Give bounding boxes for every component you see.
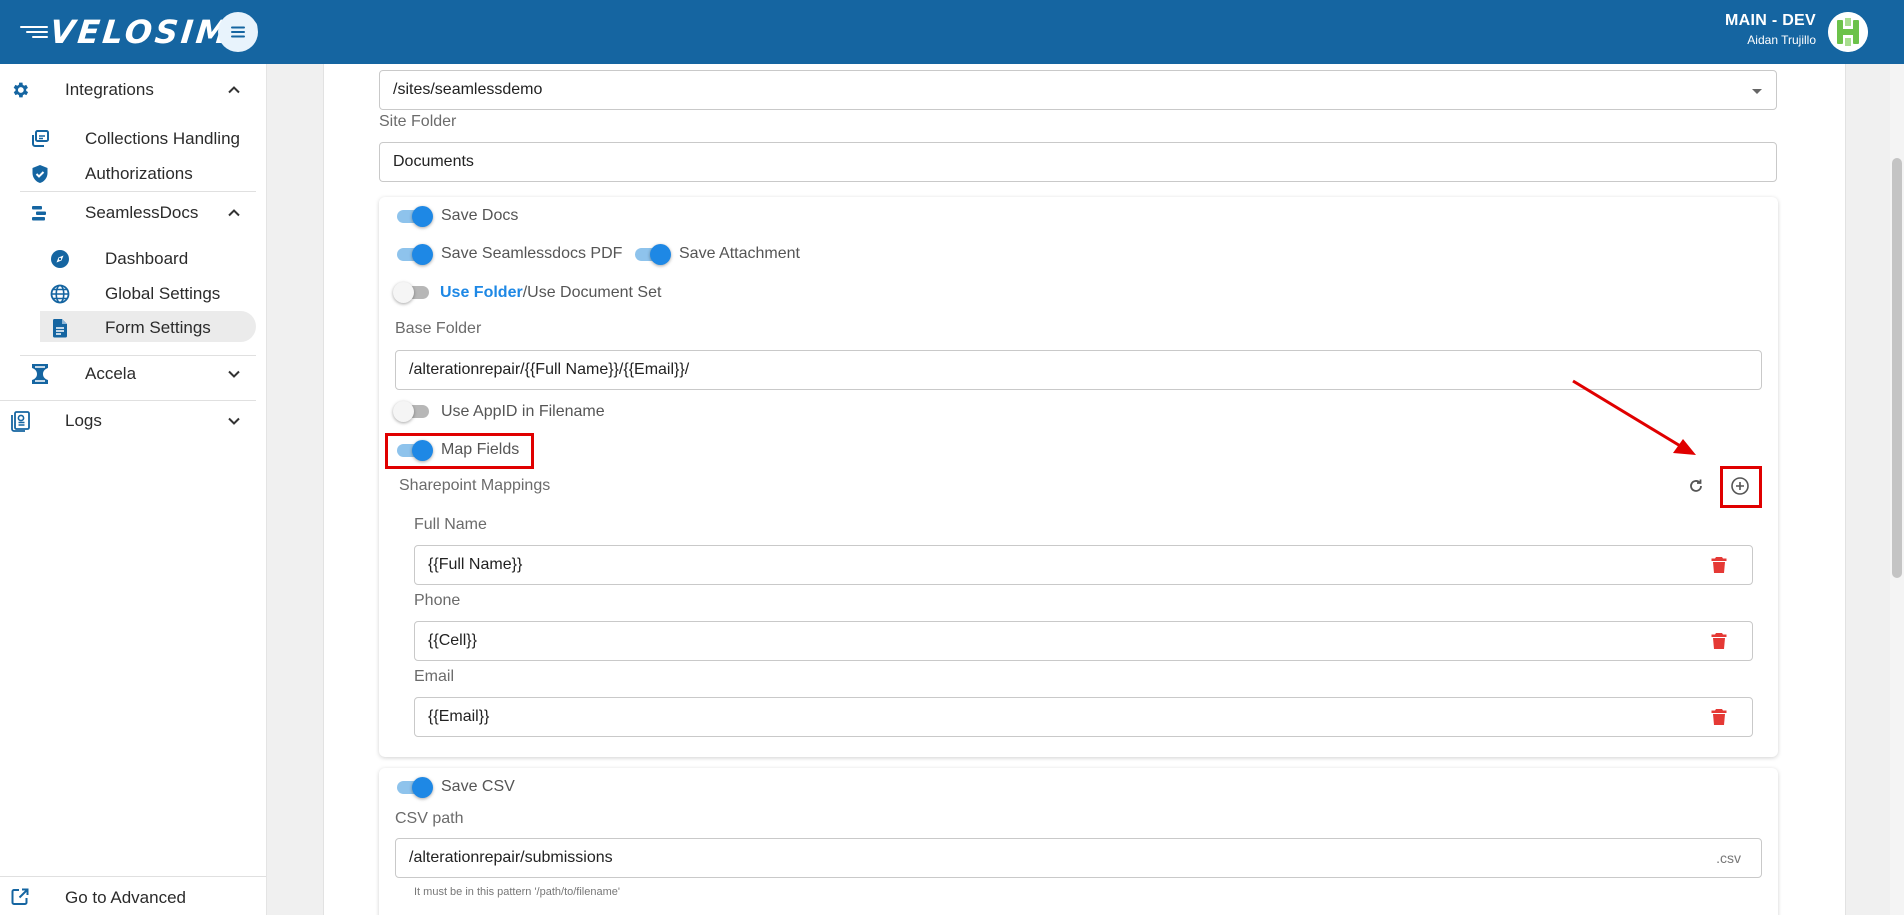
- go-to-advanced-link[interactable]: Go to Advanced: [0, 882, 260, 912]
- document-icon: [50, 318, 70, 338]
- scrollbar-thumb[interactable]: [1892, 158, 1902, 578]
- seamlessdocs-icon: [30, 203, 50, 223]
- mapping-value: {{Full Name}}: [428, 556, 523, 573]
- menu-toggle-button[interactable]: [218, 12, 258, 52]
- sidebar-item-global-settings[interactable]: Global Settings: [40, 280, 260, 308]
- sidebar-item-label: Global Settings: [105, 284, 221, 303]
- sidebar-item-label: Form Settings: [105, 318, 211, 337]
- user-name: Aidan Trujillo: [1747, 33, 1816, 47]
- sidebar-item-integrations[interactable]: Integrations: [0, 75, 267, 105]
- save-csv-label: Save CSV: [441, 778, 515, 795]
- csv-path-value: /alterationrepair/submissions: [409, 849, 613, 866]
- chevron-up-icon: [228, 86, 240, 94]
- sidebar-item-label: Accela: [85, 364, 137, 383]
- site-folder-label: Site Folder: [379, 113, 457, 130]
- site-folder-value: Documents: [393, 153, 474, 170]
- sidebar-item-label: Go to Advanced: [65, 888, 186, 907]
- sidebar-item-accela[interactable]: Accela: [20, 359, 260, 389]
- save-attachment-label: Save Attachment: [679, 245, 800, 262]
- sidebar-item-authorizations[interactable]: Authorizations: [20, 160, 260, 188]
- mapping-label: Phone: [414, 592, 461, 609]
- sidebar-item-seamlessdocs[interactable]: SeamlessDocs: [20, 198, 260, 228]
- mapping-value: {{Cell}}: [428, 632, 477, 649]
- dropdown-arrow-icon: [1752, 89, 1762, 94]
- sidebar-item-label: Authorizations: [85, 164, 193, 183]
- sidebar-item-collections-handling[interactable]: Collections Handling: [20, 125, 260, 153]
- sidebar-item-form-settings[interactable]: Form Settings: [40, 314, 260, 342]
- sidebar-divider: [20, 191, 256, 192]
- sidebar-divider: [0, 876, 266, 877]
- mapping-label: Full Name: [414, 516, 487, 533]
- use-folder-toggle[interactable]: [393, 281, 431, 303]
- hamburger-icon: [231, 26, 245, 38]
- compass-icon: [50, 249, 70, 269]
- logs-icon: [10, 410, 32, 432]
- trash-icon[interactable]: [1711, 708, 1727, 726]
- save-pdf-label: Save Seamlessdocs PDF: [441, 245, 623, 262]
- chevron-down-icon: [228, 370, 240, 378]
- mapping-value: {{Email}}: [428, 708, 490, 725]
- add-mapping-highlight: [1720, 466, 1762, 508]
- base-folder-value: /alterationrepair/{{Full Name}}/{{Email}…: [409, 361, 690, 378]
- mapping-label: Email: [414, 668, 455, 685]
- sidebar-divider: [20, 355, 256, 356]
- top-app-bar: VELOSIMO MAIN - DEV Aidan Trujillo: [0, 0, 1904, 64]
- csv-path-hint: It must be in this pattern '/path/to/fil…: [414, 886, 620, 898]
- site-path-select[interactable]: /sites/seamlessdemo: [379, 70, 1777, 110]
- sidebar-item-label: Collections Handling: [85, 129, 240, 148]
- csv-path-label: CSV path: [395, 810, 464, 827]
- sidebar-item-label: Dashboard: [105, 249, 189, 268]
- site-path-value: /sites/seamlessdemo: [393, 81, 543, 98]
- chevron-up-icon: [228, 209, 240, 217]
- annotation-arrow: [1572, 379, 1696, 455]
- sidebar-divider: [0, 400, 256, 401]
- collections-icon: [30, 129, 50, 149]
- external-link-icon: [10, 887, 30, 907]
- sharepoint-mappings-label: Sharepoint Mappings: [399, 477, 551, 494]
- mapping-value-input[interactable]: {{Email}}: [414, 697, 1753, 737]
- accela-icon: [30, 363, 50, 385]
- mapping-value-input[interactable]: {{Cell}}: [414, 621, 1753, 661]
- csv-path-input[interactable]: /alterationrepair/submissions .csv: [395, 838, 1762, 878]
- base-folder-label: Base Folder: [395, 320, 482, 337]
- folder-mode-label: Use Folder/Use Document Set: [440, 284, 661, 302]
- csv-suffix: .csv: [1716, 850, 1741, 866]
- shield-check-icon: [30, 164, 50, 184]
- save-csv-toggle[interactable]: [395, 776, 433, 798]
- chevron-down-icon: [228, 417, 240, 425]
- save-docs-card: [379, 197, 1778, 757]
- logo-wings-icon: [14, 20, 48, 44]
- user-avatar[interactable]: [1828, 12, 1868, 52]
- sidebar-item-label: Logs: [65, 411, 102, 430]
- mapping-value-input[interactable]: {{Full Name}}: [414, 545, 1753, 585]
- use-folder-label: Use Folder: [440, 284, 523, 301]
- refresh-icon[interactable]: [1687, 477, 1705, 495]
- map-fields-highlight: [385, 433, 534, 469]
- trash-icon[interactable]: [1711, 632, 1727, 650]
- sidebar-item-dashboard[interactable]: Dashboard: [40, 245, 260, 273]
- save-pdf-toggle[interactable]: [395, 243, 433, 265]
- sidebar-item-label: SeamlessDocs: [85, 203, 199, 222]
- save-attachment-toggle[interactable]: [633, 243, 671, 265]
- use-document-set-label: /Use Document Set: [522, 284, 662, 301]
- sidebar-item-logs[interactable]: Logs: [0, 406, 260, 436]
- use-appid-label: Use AppID in Filename: [441, 403, 605, 420]
- use-appid-toggle[interactable]: [393, 400, 431, 422]
- avatar-icon: [1828, 12, 1868, 52]
- environment-title: MAIN - DEV: [1725, 12, 1816, 29]
- sidebar: Integrations Collections Handling Author…: [0, 64, 267, 915]
- sidebar-item-label: Integrations: [65, 80, 154, 99]
- trash-icon[interactable]: [1711, 556, 1727, 574]
- base-folder-input[interactable]: /alterationrepair/{{Full Name}}/{{Email}…: [395, 350, 1762, 390]
- save-docs-toggle[interactable]: [395, 205, 433, 227]
- globe-icon: [50, 284, 70, 304]
- gear-icon: [10, 80, 30, 100]
- save-docs-label: Save Docs: [441, 207, 519, 224]
- environment-info: MAIN - DEV Aidan Trujillo: [1725, 12, 1816, 47]
- site-folder-input[interactable]: Documents: [379, 142, 1777, 182]
